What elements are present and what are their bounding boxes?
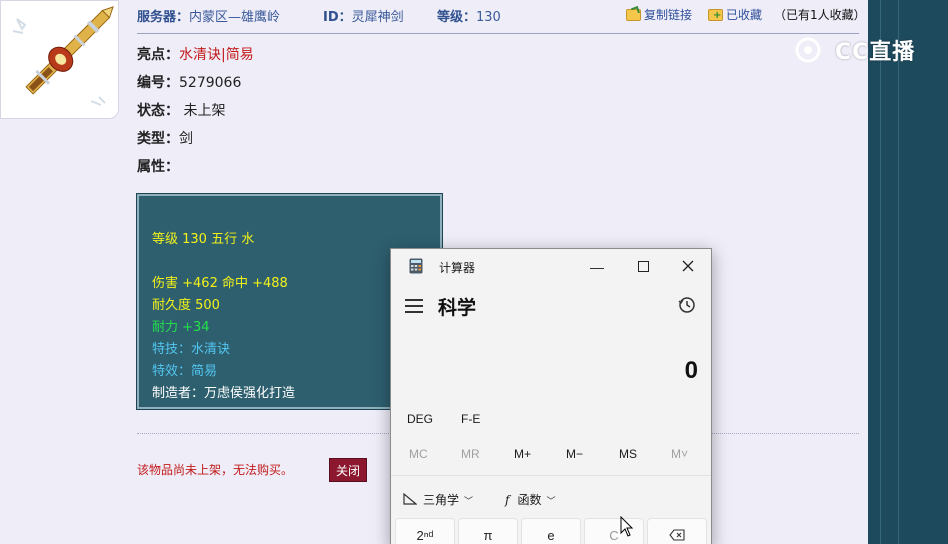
stat-effect: 特效：简易 xyxy=(152,364,218,379)
number-value: 5279066 xyxy=(179,75,242,91)
calculator-display: 0 xyxy=(684,357,698,384)
function-icon: f xyxy=(505,493,510,507)
cc-logo-icon xyxy=(795,37,821,63)
menu-button[interactable] xyxy=(405,299,423,313)
status-value: 未上架 xyxy=(183,103,226,119)
backspace-key[interactable] xyxy=(647,518,707,544)
history-icon[interactable] xyxy=(677,295,697,315)
calculator-app-icon xyxy=(409,258,423,274)
stat-maker: 制造者：万虑侯强化打造 xyxy=(152,386,296,401)
minimize-button[interactable]: — xyxy=(577,253,617,281)
backspace-icon xyxy=(669,529,685,541)
favorite-count: （已有1人收藏） xyxy=(774,8,866,22)
right-gutter xyxy=(868,0,948,544)
attribute-row: 属性： xyxy=(137,159,179,175)
triangle-ruler-icon xyxy=(403,492,418,505)
stat-skill: 特技：水清诀 xyxy=(152,342,231,357)
memory-divider xyxy=(391,475,711,476)
server-info: 服务器：内蒙区—雄鹰岭 xyxy=(137,10,281,25)
mr-button[interactable]: MR xyxy=(461,447,480,461)
mc-button[interactable]: MC xyxy=(409,447,428,461)
e-key[interactable]: e xyxy=(521,518,581,544)
stat-damage: 伤害 +462 命中 +488 xyxy=(152,276,288,291)
mode-title: 科学 xyxy=(438,298,477,319)
level-info: 等级：130 xyxy=(437,10,501,25)
not-listed-message: 该物品尚未上架，无法购买。 xyxy=(137,463,294,477)
type-value: 剑 xyxy=(179,131,193,147)
maximize-icon xyxy=(637,261,649,272)
stat-endurance: 耐力 +34 xyxy=(152,320,210,335)
maximize-button[interactable] xyxy=(623,253,663,281)
copy-link-icon xyxy=(626,6,641,21)
close-button[interactable]: 关闭 xyxy=(329,458,367,482)
deg-button[interactable]: DEG xyxy=(407,412,433,426)
trigonometry-dropdown[interactable]: 三角学 ﹀ xyxy=(403,491,473,508)
item-info: 亮点：水清诀|简易 编号：5279066 状态： 未上架 类型：剑 属性： xyxy=(137,44,254,184)
favorited-button[interactable]: + 已收藏 xyxy=(708,6,762,23)
header-divider xyxy=(137,33,859,34)
favorite-folder-icon: + xyxy=(708,9,723,21)
calculator-window[interactable]: 计算器 — 科学 0 DEG F-E MC MR M+ M− MS M˅ 三角学… xyxy=(390,248,712,544)
type-row: 类型：剑 xyxy=(137,131,193,147)
item-header: 服务器：内蒙区—雄鹰岭 ID：灵犀神剑 等级：130 复制链接 + 已收藏 （已有… xyxy=(137,6,866,26)
close-window-button[interactable] xyxy=(668,253,708,281)
stat-level: 等级 130 五行 水 xyxy=(152,232,255,247)
highlight-row: 亮点：水清诀|简易 xyxy=(137,47,254,63)
pi-key[interactable]: π xyxy=(458,518,518,544)
calculator-title: 计算器 xyxy=(439,261,476,275)
clear-key[interactable]: C xyxy=(584,518,644,544)
fe-button[interactable]: F-E xyxy=(461,412,480,426)
ms-button[interactable]: MS xyxy=(619,447,637,461)
sword-icon xyxy=(12,6,114,106)
item-image xyxy=(0,0,119,119)
id-info: ID：灵犀神剑 xyxy=(323,10,404,25)
m-plus-button[interactable]: M+ xyxy=(514,447,531,461)
stat-durability: 耐久度 500 xyxy=(152,298,220,313)
m-minus-button[interactable]: M− xyxy=(566,447,583,461)
status-row: 状态： 未上架 xyxy=(137,103,226,119)
cc-live-watermark: CC直播 xyxy=(795,34,915,66)
memory-list-button[interactable]: M˅ xyxy=(671,447,688,461)
copy-link-button[interactable]: 复制链接 xyxy=(626,6,692,23)
mouse-cursor-icon xyxy=(620,516,634,537)
highlight-value: 水清诀|简易 xyxy=(179,47,254,63)
number-row: 编号：5279066 xyxy=(137,75,242,91)
close-icon xyxy=(682,260,694,272)
function-dropdown[interactable]: f 函数 ﹀ xyxy=(505,491,555,508)
second-key[interactable]: 2ⁿᵈ xyxy=(395,518,455,544)
